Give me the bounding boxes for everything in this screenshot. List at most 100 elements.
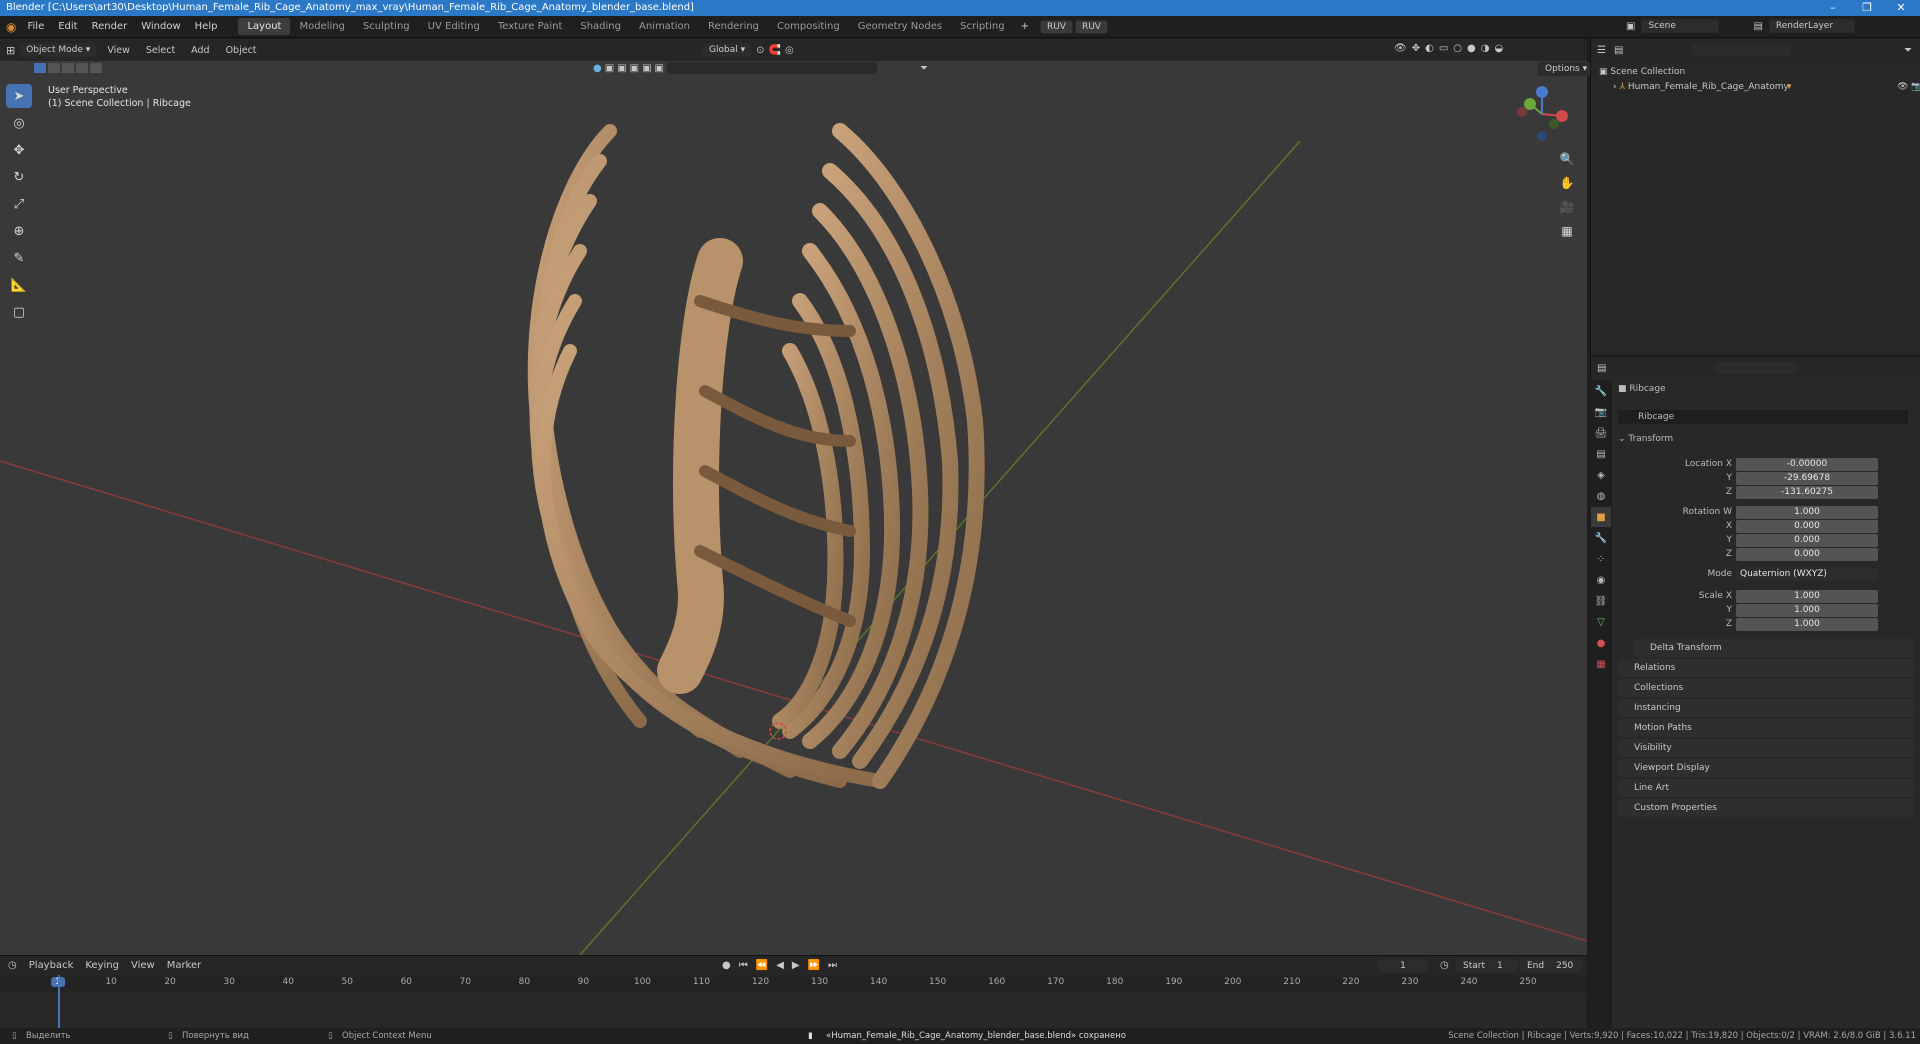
zoom-icon[interactable]: 🔍: [1556, 148, 1578, 170]
tool-tab-icon[interactable]: 🔧: [1591, 381, 1611, 401]
panel-instancing[interactable]: Instancing: [1618, 699, 1914, 717]
transform-header[interactable]: ⌄ Transform: [1618, 434, 1908, 448]
viewport-menu-select[interactable]: Select: [140, 45, 181, 56]
navigation-gizmo[interactable]: [1512, 84, 1572, 144]
camera-icon[interactable]: 🎥: [1556, 196, 1578, 218]
scale-z-field[interactable]: 1.000: [1736, 618, 1878, 631]
tab-texture-paint[interactable]: Texture Paint: [489, 18, 572, 35]
viewport-search-input[interactable]: [667, 62, 877, 74]
viewport-menu-object[interactable]: Object: [220, 45, 263, 56]
texture-tab-icon[interactable]: ▦: [1591, 654, 1611, 674]
filter-icon-4[interactable]: ▣: [642, 63, 651, 74]
blender-logo-icon[interactable]: ◉: [6, 20, 16, 34]
timeline-body[interactable]: [0, 975, 1587, 1028]
material-tab-icon[interactable]: ●: [1591, 633, 1611, 653]
record-icon[interactable]: ●: [722, 960, 731, 971]
timeline-ruler[interactable]: 1102030405060708090100110120130140150160…: [0, 975, 1587, 993]
outliner-filter-icon[interactable]: ⏷: [1904, 45, 1912, 56]
shading-rendered-icon[interactable]: ◒: [1494, 43, 1503, 54]
jump-end-icon[interactable]: ⏭: [828, 960, 837, 971]
panel-visibility[interactable]: Visibility: [1618, 739, 1914, 757]
tab-shading[interactable]: Shading: [571, 18, 630, 35]
pivot-icon[interactable]: ⊙: [756, 45, 764, 56]
add-cube-tool-icon[interactable]: ▢: [6, 300, 32, 324]
annotate-tool-icon[interactable]: ✎: [6, 246, 32, 270]
rotation-x-field[interactable]: 0.000: [1736, 520, 1878, 533]
constraints-tab-icon[interactable]: ⛓: [1591, 591, 1611, 611]
panel-custom-properties[interactable]: Custom Properties: [1618, 799, 1914, 817]
measure-tool-icon[interactable]: 📐: [6, 273, 32, 297]
filter-icon-5[interactable]: ▣: [655, 63, 664, 74]
select-new-icon[interactable]: [34, 63, 46, 73]
tab-sculpting[interactable]: Sculpting: [354, 18, 419, 35]
data-tab-icon[interactable]: ▽: [1591, 612, 1611, 632]
object-type-visibility-icon[interactable]: ●: [593, 63, 602, 74]
particles-tab-icon[interactable]: ⁘: [1591, 549, 1611, 569]
close-button[interactable]: ✕: [1886, 0, 1916, 16]
location-x-field[interactable]: -0.00000: [1736, 458, 1878, 471]
object-tab-icon[interactable]: ■: [1591, 507, 1611, 527]
world-tab-icon[interactable]: ◍: [1591, 486, 1611, 506]
expand-arrow-icon[interactable]: ›: [1613, 82, 1617, 92]
rotation-z-field[interactable]: 0.000: [1736, 548, 1878, 561]
maximize-button[interactable]: ❐: [1852, 0, 1882, 16]
menu-file[interactable]: File: [20, 21, 51, 32]
location-y-field[interactable]: -29.69678: [1736, 472, 1878, 485]
panel-line-art[interactable]: Line Art: [1618, 779, 1914, 797]
options-dropdown[interactable]: Options ▾: [1538, 62, 1595, 76]
timeline-menu-marker[interactable]: Marker: [167, 960, 202, 971]
rotation-y-field[interactable]: 0.000: [1736, 534, 1878, 547]
pan-hand-icon[interactable]: ✋: [1556, 172, 1578, 194]
gizmo-x-icon[interactable]: [1556, 110, 1568, 122]
gizmo-z-icon[interactable]: [1536, 86, 1548, 98]
properties-search-input[interactable]: [1716, 362, 1797, 374]
play-icon[interactable]: ▶: [792, 960, 800, 971]
cursor-tool-icon[interactable]: ◎: [6, 111, 32, 135]
outliner-display-mode-icon[interactable]: ▤: [1614, 45, 1623, 56]
prev-keyframe-icon[interactable]: ⏪: [756, 960, 768, 971]
snap-icon[interactable]: 🧲: [769, 45, 781, 56]
panel-relations[interactable]: Relations: [1618, 659, 1914, 677]
viewport-menu-add[interactable]: Add: [185, 45, 215, 56]
scene-tab-icon[interactable]: ◈: [1591, 465, 1611, 485]
scale-x-field[interactable]: 1.000: [1736, 590, 1878, 603]
xray-icon[interactable]: ▭: [1439, 43, 1448, 54]
end-frame-field[interactable]: End 250: [1520, 958, 1582, 973]
transform-tool-icon[interactable]: ⊕: [6, 219, 32, 243]
overlays-icon[interactable]: ◐: [1425, 43, 1434, 54]
scale-tool-icon[interactable]: ⤢: [6, 192, 32, 216]
tab-compositing[interactable]: Compositing: [768, 18, 849, 35]
tab-scripting[interactable]: Scripting: [951, 18, 1013, 35]
menu-render[interactable]: Render: [85, 21, 135, 32]
visibility-icon[interactable]: 👁: [1394, 43, 1407, 54]
panel-viewport-display[interactable]: Viewport Display: [1618, 759, 1914, 777]
jump-start-icon[interactable]: ⏮: [739, 960, 748, 971]
filter-icon-1[interactable]: ▣: [605, 63, 614, 74]
view-layer-tab-icon[interactable]: ▤: [1591, 444, 1611, 464]
tab-geometry-nodes[interactable]: Geometry Nodes: [849, 18, 951, 35]
shading-solid-icon[interactable]: ●: [1467, 43, 1476, 54]
start-frame-field[interactable]: Start 1: [1456, 958, 1518, 973]
gizmo-icon[interactable]: ✥: [1412, 43, 1420, 54]
current-frame-field[interactable]: 1: [1378, 958, 1428, 973]
outliner-row-object[interactable]: › ⅄ Human_Female_Rib_Cage_Anatomy ▾ 👁 📷: [1599, 80, 1920, 95]
outliner-row-scene-collection[interactable]: ▣ Scene Collection: [1599, 65, 1912, 80]
timeline-menu-view[interactable]: View: [131, 960, 155, 971]
filter-icon-3[interactable]: ▣: [630, 63, 639, 74]
render-camera-icon[interactable]: 📷: [1911, 80, 1920, 95]
object-name-field[interactable]: Ribcage: [1618, 410, 1908, 424]
object-mode-dropdown[interactable]: Object Mode ▾: [19, 43, 98, 57]
select-extend-icon[interactable]: [48, 63, 60, 73]
proportional-edit-icon[interactable]: ◎: [785, 45, 794, 56]
output-tab-icon[interactable]: 🖨: [1591, 423, 1611, 443]
modifier-tab-icon[interactable]: 🔧: [1591, 528, 1611, 548]
ruv-button-2[interactable]: RUV: [1074, 19, 1108, 34]
select-intersect-icon[interactable]: [90, 63, 102, 73]
3d-viewport[interactable]: [0, 61, 1587, 955]
rotate-tool-icon[interactable]: ↻: [6, 165, 32, 189]
rotation-w-field[interactable]: 1.000: [1736, 506, 1878, 519]
scale-y-field[interactable]: 1.000: [1736, 604, 1878, 617]
scene-selector[interactable]: Scene: [1641, 19, 1720, 33]
tab-rendering[interactable]: Rendering: [699, 18, 768, 35]
menu-window[interactable]: Window: [134, 21, 187, 32]
